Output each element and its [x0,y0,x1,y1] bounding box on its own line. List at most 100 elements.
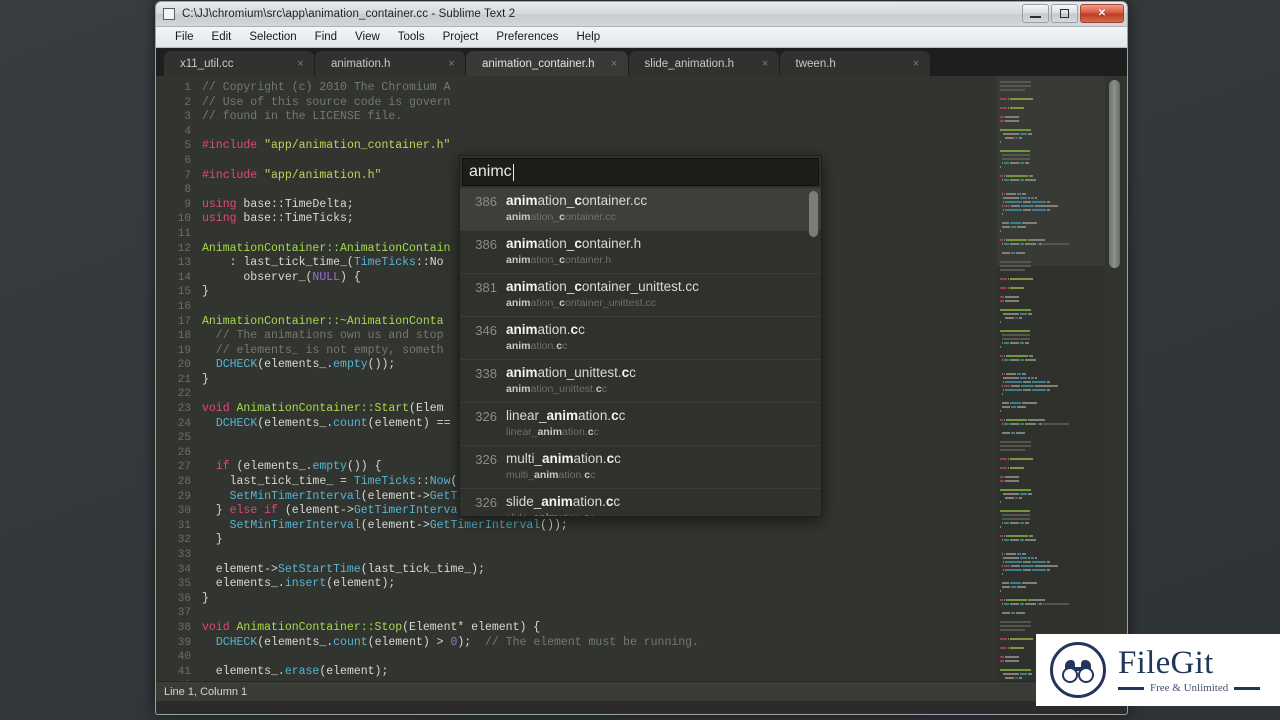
tab-close-icon[interactable]: × [760,58,771,70]
close-button[interactable]: ✕ [1080,4,1124,23]
menu-item-view[interactable]: View [346,29,389,45]
minimize-button[interactable] [1022,4,1049,23]
filegit-tagline: Free & Unlimited [1150,682,1229,694]
window-controls: ✕ [1022,4,1124,23]
menu-item-preferences[interactable]: Preferences [487,29,567,45]
goto-result-item[interactable]: 381 animation_container_unittest.cc animat… [460,273,821,316]
menu-item-tools[interactable]: Tools [389,29,434,45]
code-token: (elements_. [229,460,313,474]
line-number: 19 [177,344,191,357]
goto-result-item[interactable]: 326 linear_animation.cc linear_animation.c… [460,402,821,445]
code-token: empty [333,358,368,372]
match-highlight: c [574,236,582,251]
code-line[interactable]: #include "app/animation_container.h" [202,139,1127,154]
editor-vertical-scrollbar[interactable] [1108,76,1121,681]
goto-anything-input[interactable]: animc [462,158,819,186]
code-line[interactable]: DCHECK(elements_.count(element) > 0); //… [202,636,1127,651]
tab-close-icon[interactable]: × [295,58,306,70]
line-number: 17 [177,315,191,328]
code-line[interactable]: void AnimationContainer::Stop(Element* e… [202,621,1127,636]
goto-scrollbar-thumb[interactable] [809,191,818,237]
menu-item-find[interactable]: Find [306,29,346,45]
menu-item-file[interactable]: File [166,29,203,45]
maximize-button[interactable] [1051,4,1078,23]
tab-close-icon[interactable]: × [446,58,457,70]
code-line[interactable] [202,548,1127,563]
line-number: 30 [177,505,191,518]
match-highlight: c [574,193,582,208]
minimap-token [1001,337,1030,341]
goto-results-scrollbar[interactable] [809,191,818,513]
editor-tab-x11-util-cc[interactable]: x11_util.cc × [164,51,314,76]
minimap-token [1042,242,1070,246]
code-token: observer_( [202,270,313,284]
goto-result-item[interactable]: 326 slide_animation.cc slide_animation.cc [460,488,821,516]
menu-item-project[interactable]: Project [434,29,488,45]
minimap-token [1022,560,1032,564]
match-highlight: c [621,365,630,380]
editor-tab-animation-h[interactable]: animation.h × [315,51,465,76]
tagline-rule-left [1118,686,1144,690]
tab-close-icon[interactable]: × [609,58,620,70]
scrollbar-thumb[interactable] [1109,80,1120,268]
minimap-token [1036,602,1038,606]
minimap-token [1038,422,1042,426]
minimap-token [1000,329,1030,333]
code-line[interactable]: // Copyright (c) 2010 The Chromium A [202,81,1127,96]
minimap[interactable] [997,76,1105,681]
goto-results-list[interactable]: 386 animation_container.cc animation_conta… [460,188,821,516]
minimap-token [1005,568,1022,572]
minimap-token [1000,165,1001,169]
line-number: 1 [184,82,191,94]
code-token: empty [312,460,347,474]
goto-query-text: animc [469,163,512,180]
code-line[interactable] [202,125,1127,140]
code-line[interactable]: // found in the LICENSE file. [202,110,1127,125]
code-line[interactable]: // Use of this source code is govern [202,96,1127,111]
menu-item-edit[interactable]: Edit [203,29,241,45]
editor-tab-animation-container-h[interactable]: animation_container.h × [466,51,628,76]
code-line[interactable]: SetMinTimerInterval(element->GetTimerInt… [202,519,1127,534]
filegit-watermark: FileGit Free & Unlimited [1036,634,1280,706]
editor-tab-tween-h[interactable]: tween.h × [779,51,930,76]
tab-close-icon[interactable]: × [911,58,922,70]
code-line[interactable] [202,606,1127,621]
line-number: 37 [177,607,191,620]
minimap-token [1016,611,1025,615]
line-number: 10 [177,213,191,226]
code-line[interactable] [202,650,1127,665]
menu-item-help[interactable]: Help [567,29,609,45]
code-line[interactable]: elements_.insert(element); [202,577,1127,592]
minimap-token [1009,106,1025,110]
code-line[interactable]: } [202,533,1127,548]
minimap-token [1020,602,1025,606]
menu-item-selection[interactable]: Selection [240,29,305,45]
line-number: 15 [177,286,191,299]
minimap-line [1000,170,1105,174]
window-titlebar[interactable]: C:\JJ\chromium\src\app\animation_contain… [156,2,1127,27]
goto-result-subtitle: animation_container.h [506,254,612,266]
line-number: 18 [177,330,191,343]
minimap-line [1000,616,1105,620]
minimap-token [1009,538,1020,542]
minimap-token [1003,602,1009,606]
minimap-token [1001,358,1003,362]
goto-result-item[interactable]: 386 animation_container.h animation_contai… [460,230,821,273]
editor-tab-slide-animation-h[interactable]: slide_animation.h × [628,51,779,76]
goto-result-item[interactable]: 346 animation.cc animation.cc [460,316,821,359]
code-line[interactable]: elements_.erase(element); [202,665,1127,680]
goto-anything-overlay[interactable]: animc 386 animation_container.cc animation… [459,155,822,517]
minimap-line [1000,111,1105,115]
minimap-line [1000,543,1105,547]
code-line[interactable]: element->SetStartTime(last_tick_time_); [202,563,1127,578]
minimap-line [1000,286,1105,290]
code-line[interactable] [202,679,1127,681]
editor-area[interactable]: 1 2 3 4 5 6 7 8 9 10 11 12 13 14 15 16 17 18 19 20 21 22 23 24 2… [156,76,1127,681]
minimap-token [1011,204,1020,208]
match-highlight: c [605,494,614,509]
goto-result-item[interactable]: 338 animation_unittest.cc animation_unitte… [460,359,821,402]
goto-result-item[interactable]: 326 multi_animation.cc multi_animation.cc [460,445,821,488]
code-line[interactable]: } [202,592,1127,607]
minimap-token [1007,106,1009,110]
goto-result-item[interactable]: 386 animation_container.cc animation_conta… [460,188,821,230]
